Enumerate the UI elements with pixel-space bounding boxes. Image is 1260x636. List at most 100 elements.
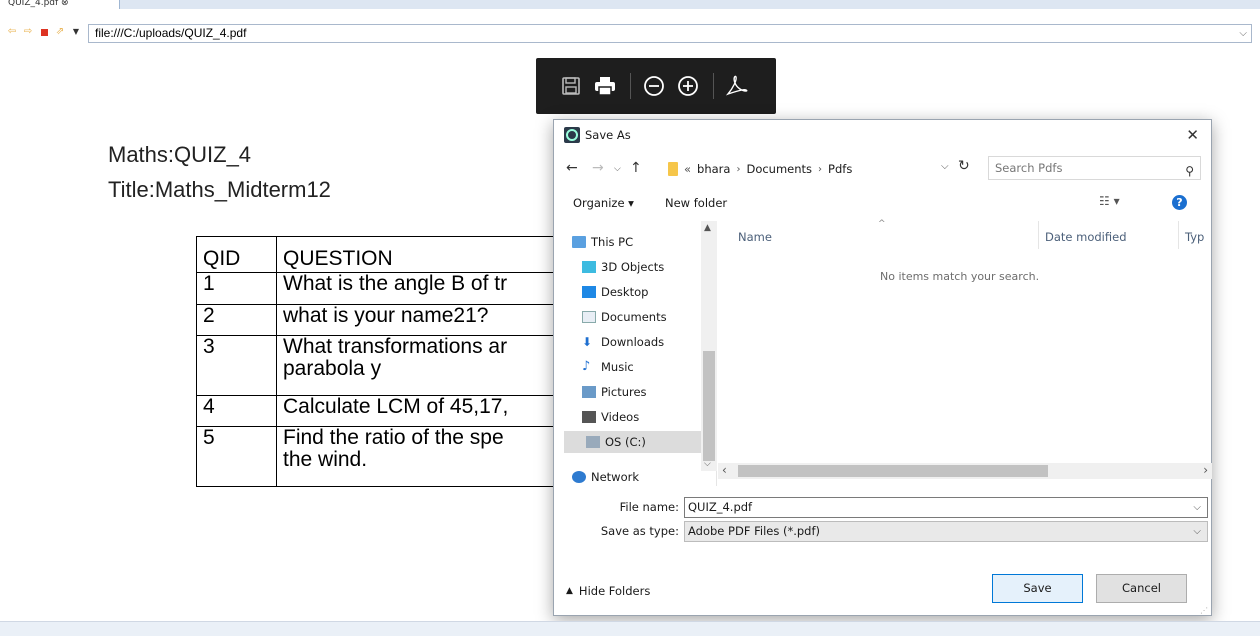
nav-item-label: Network [591,470,640,484]
chevron-down-icon[interactable]: ⌵ [941,161,949,172]
column-type[interactable]: Typ [1185,230,1204,244]
search-icon: ⚲ [1185,164,1194,178]
url-input[interactable]: file:///C:/uploads/QUIZ_4.pdf ⌵ [88,24,1252,43]
qid-cell: 2 [196,304,277,336]
url-text: file:///C:/uploads/QUIZ_4.pdf [95,26,247,40]
chevron-down-icon[interactable]: ⌵ [1193,498,1201,517]
computer-icon [572,236,586,248]
go-icon[interactable]: ⇗ [54,26,66,38]
history-dropdown-icon[interactable]: ▼ [70,26,82,38]
folder-icon [668,162,678,176]
nav-item-3d-objects[interactable]: 3D Objects [580,256,710,278]
zoom-in-icon[interactable] [675,73,701,99]
url-dropdown-icon[interactable]: ⌵ [1239,25,1247,42]
save-type-value: Adobe PDF Files (*.pdf) [688,524,821,538]
breadcrumb-item[interactable]: Documents [746,162,812,176]
scroll-right-icon[interactable]: › [1203,463,1208,477]
scrollbar-thumb[interactable] [738,465,1048,477]
nav-item-label: Pictures [601,385,647,399]
dialog-title: Save As [585,128,631,142]
search-input[interactable]: Search Pdfs ⚲ [988,156,1201,180]
hide-folders-button[interactable]: ▲ Hide Folders [566,584,650,598]
nav-item-label: This PC [591,235,634,249]
help-icon[interactable]: ? [1172,195,1187,210]
file-list-scrollbar[interactable]: ‹ › [718,463,1212,479]
nav-item-network[interactable]: Network [570,466,700,486]
nav-item-music[interactable]: ♪ Music [580,356,710,378]
navigation-bar: ⇦ ⇨ ⇗ ▼ file:///C:/uploads/QUIZ_4.pdf ⌵ [0,9,1260,43]
nav-item-label: Music [601,360,634,374]
sort-indicator-icon: ^ [878,219,886,229]
toolbar-divider [630,73,631,99]
film-icon [582,411,596,423]
pictures-icon [582,386,596,398]
desktop-icon [582,286,596,298]
doc-heading-title: Title:Maths_Midterm12 [108,177,331,202]
nav-item-label: OS (C:) [605,435,646,449]
acrobat-icon[interactable] [724,73,750,99]
scroll-up-icon[interactable]: ▲ [704,223,711,233]
breadcrumb-item[interactable]: Pdfs [828,162,852,176]
download-icon: ⬇ [582,335,593,349]
recent-dropdown-icon[interactable]: ⌵ [614,164,621,174]
forward-icon[interactable]: ⇨ [22,26,34,38]
chevron-up-icon: ▲ [566,586,573,596]
scroll-down-icon[interactable]: ⌵ [704,459,711,469]
save-as-dialog: Save As ✕ ← → ⌵ ↑ « bhara › Documents › … [553,119,1212,616]
document-icon [582,311,596,323]
nav-item-label: Downloads [601,335,665,349]
qid-cell: 5 [196,426,277,487]
nav-item-pictures[interactable]: Pictures [580,381,710,403]
column-name[interactable]: Name [738,230,772,244]
nav-item-os-c[interactable]: OS (C:) [564,431,701,453]
nav-item-downloads[interactable]: ⬇ Downloads [580,331,710,353]
stop-icon[interactable] [38,26,50,38]
nav-item-documents[interactable]: Documents [580,306,710,328]
refresh-icon[interactable]: ↻ [958,158,970,174]
qid-cell: 3 [196,335,277,396]
column-divider[interactable] [1038,221,1039,249]
zoom-out-icon[interactable] [641,73,667,99]
resize-grip-icon[interactable]: ⋰ [1200,606,1208,615]
save-icon[interactable] [558,73,584,99]
chevron-right-icon: › [818,163,823,175]
forward-arrow-icon[interactable]: → [592,160,604,176]
up-arrow-icon[interactable]: ↑ [630,160,642,176]
back-icon[interactable]: ⇦ [6,26,18,38]
cancel-button[interactable]: Cancel [1096,574,1187,603]
view-options-icon[interactable]: ☷ ▾ [1099,194,1120,208]
empty-message: No items match your search. [880,270,1040,283]
network-icon [572,471,586,483]
tab-quiz-pdf[interactable]: QUIZ_4.pdf ⊗ [0,0,120,9]
save-type-select[interactable]: Adobe PDF Files (*.pdf) ⌵ [684,521,1208,542]
navigation-pane: This PC 3D Objects Desktop Documents ⬇ D… [554,221,717,486]
nav-item-videos[interactable]: Videos [580,406,710,428]
file-name-input[interactable]: QUIZ_4.pdf ⌵ [684,497,1208,518]
organize-button[interactable]: Organize ▾ [573,196,634,210]
breadcrumb-item[interactable]: bhara [697,162,730,176]
print-icon[interactable] [592,73,618,99]
column-date-modified[interactable]: Date modified [1045,230,1127,244]
scrollbar-thumb[interactable] [703,351,715,461]
save-type-label: Save as type: [600,524,679,538]
save-button[interactable]: Save [992,574,1083,603]
breadcrumb[interactable]: « bhara › Documents › Pdfs [664,158,980,180]
chevron-down-icon[interactable]: ⌵ [1193,522,1201,541]
nav-item-this-pc[interactable]: This PC [570,231,700,253]
nav-scrollbar[interactable]: ▲ ⌵ [701,221,717,471]
new-folder-button[interactable]: New folder [665,196,727,210]
column-divider[interactable] [1178,221,1179,249]
drive-icon [586,436,600,448]
back-arrow-icon[interactable]: ← [566,160,578,176]
close-icon[interactable]: ✕ [1186,126,1199,144]
pdf-toolbar [536,58,776,114]
chevron-right-icon: › [736,163,741,175]
nav-item-label: 3D Objects [601,260,665,274]
breadcrumb-overflow[interactable]: « [684,162,691,176]
toolbar-divider [713,73,714,99]
nav-item-desktop[interactable]: Desktop [580,281,710,303]
app-icon [564,127,580,143]
dialog-title-bar[interactable]: Save As ✕ [554,120,1211,150]
cube-icon [582,261,596,273]
scroll-left-icon[interactable]: ‹ [722,463,727,477]
